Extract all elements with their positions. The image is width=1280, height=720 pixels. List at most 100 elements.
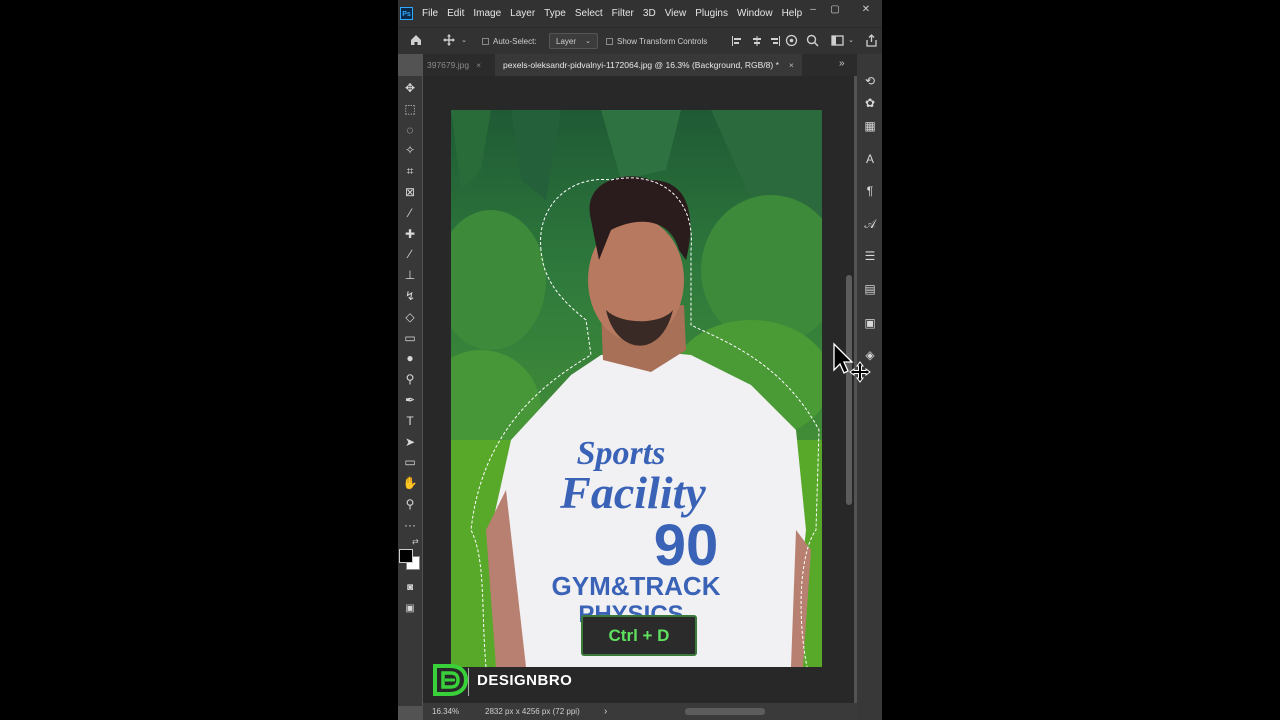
history-brush-tool-icon[interactable]: ↯ <box>402 288 418 304</box>
auto-select-target-dropdown[interactable]: Layer ⌄ <box>549 28 598 54</box>
eraser-tool-icon[interactable]: ◇ <box>402 309 418 325</box>
menu-edit[interactable]: Edit <box>447 8 464 19</box>
menu-layer[interactable]: Layer <box>510 8 535 19</box>
swap-colors-icon[interactable]: ⇄ <box>412 537 419 546</box>
document-info: 2832 px x 4256 px (72 ppi) <box>485 707 580 716</box>
tab-label: pexels-oleksandr-pidvalnyi-1172064.jpg @… <box>503 60 779 70</box>
show-transform-label: Show Transform Controls <box>617 36 708 46</box>
menu-type[interactable]: Type <box>544 8 566 19</box>
character-panel-icon[interactable]: A <box>862 151 878 167</box>
chevron-down-icon[interactable]: ⌄ <box>847 36 855 46</box>
tab-close-icon[interactable]: × <box>789 60 794 70</box>
menu-help[interactable]: Help <box>782 8 803 19</box>
align-center-icon[interactable] <box>751 34 763 48</box>
swatches-panel-icon[interactable]: ▦ <box>862 118 878 134</box>
more-tools-icon[interactable]: ··· <box>402 517 418 533</box>
pen-tool-icon[interactable]: ✒ <box>402 392 418 408</box>
blur-tool-icon[interactable]: ● <box>402 350 418 366</box>
canvas-image[interactable]: Sports Facility 90 GYM&TRACK PHYSICS <box>451 110 822 667</box>
type-tool-icon[interactable]: T <box>402 413 418 429</box>
show-transform-controls-checkbox[interactable]: Show Transform Controls <box>606 28 707 54</box>
healing-brush-tool-icon[interactable]: ✚ <box>402 226 418 242</box>
tab-label: 397679.jpg <box>427 60 470 70</box>
menu-image[interactable]: Image <box>473 8 501 19</box>
restore-icon[interactable]: ▢ <box>828 3 842 17</box>
auto-select-checkbox[interactable]: Auto-Select: <box>482 28 537 54</box>
menu-filter[interactable]: Filter <box>612 8 634 19</box>
screen-mode-icon[interactable]: ▣ <box>402 601 418 617</box>
glyphs-panel-icon[interactable]: 𝒜 <box>862 216 878 232</box>
mouse-cursor-icon <box>833 342 871 383</box>
3d-mode-icon[interactable] <box>784 34 798 48</box>
paragraph-panel-icon[interactable]: ¶ <box>862 183 878 199</box>
quick-mask-icon[interactable]: ◙ <box>402 580 418 596</box>
dodge-tool-icon[interactable]: ⚲ <box>402 371 418 387</box>
lasso-tool-icon[interactable]: ◌ <box>402 122 418 138</box>
menu-file[interactable]: File <box>422 8 438 19</box>
chevron-down-icon: ⌄ <box>585 38 591 45</box>
path-selection-tool-icon[interactable]: ➤ <box>402 434 418 450</box>
photoshop-logo-icon: Ps <box>400 7 413 20</box>
zoom-level[interactable]: 16.34% <box>432 703 459 720</box>
designbro-logo: DESIGNBRO <box>432 663 572 697</box>
panel-dock: ⟲ ✿ ▦ A ¶ 𝒜 ☰ ▤ ▣ ◈ <box>857 54 882 720</box>
zoom-tool-icon[interactable]: ⚲ <box>402 496 418 512</box>
frame-tool-icon[interactable]: ⊠ <box>402 184 418 200</box>
auto-select-check-box[interactable] <box>482 37 489 45</box>
clone-stamp-tool-icon[interactable]: ⊥ <box>402 267 418 283</box>
logo-divider <box>468 668 469 696</box>
hand-tool-icon[interactable]: ✋ <box>402 475 418 491</box>
shirt-number: 90 <box>654 513 719 578</box>
show-transform-check-box[interactable] <box>606 37 613 45</box>
menu-window[interactable]: Window <box>737 8 773 19</box>
keyboard-shortcut-badge: Ctrl + D <box>581 615 697 656</box>
menu-select[interactable]: Select <box>575 8 603 19</box>
crop-tool-icon[interactable]: ⌗ <box>402 163 418 179</box>
document-tab-bar: 397679.jpg × pexels-oleksandr-pidvalnyi-… <box>423 54 857 76</box>
tab-close-icon[interactable]: × <box>476 60 481 70</box>
foreground-color-swatch[interactable] <box>399 549 413 563</box>
tab-document-1[interactable]: 397679.jpg × <box>427 54 481 76</box>
color-swatches[interactable]: ⇄ <box>398 536 422 570</box>
status-menu-arrow-icon[interactable]: › <box>604 703 607 720</box>
rectangle-tool-icon[interactable]: ▭ <box>402 454 418 470</box>
eyedropper-tool-icon[interactable]: ⁄ <box>402 205 418 221</box>
marquee-tool-icon[interactable]: ⬚ <box>402 101 418 117</box>
photo-illustration: Sports Facility 90 GYM&TRACK PHYSICS <box>451 110 822 667</box>
gradient-tool-icon[interactable]: ▭ <box>402 330 418 346</box>
align-right-icon[interactable] <box>769 34 781 48</box>
layer-dropdown[interactable]: Layer ⌄ <box>549 33 598 49</box>
adjustments-panel-icon[interactable]: ☰ <box>862 248 878 264</box>
menu-3d[interactable]: 3D <box>643 8 656 19</box>
menu-plugins[interactable]: Plugins <box>695 8 728 19</box>
close-icon[interactable]: ✕ <box>859 3 873 17</box>
properties-panel-icon[interactable]: ▣ <box>862 315 878 331</box>
home-icon[interactable] <box>408 33 424 49</box>
vertical-scrollbar-thumb[interactable] <box>846 275 852 505</box>
move-tool-icon[interactable]: ✥ <box>402 80 418 96</box>
designbro-logo-icon <box>433 664 468 696</box>
color-panel-icon[interactable]: ✿ <box>862 95 878 111</box>
minimize-icon[interactable]: – <box>806 3 820 17</box>
history-panel-icon[interactable]: ⟲ <box>862 73 878 89</box>
chevron-down-icon[interactable]: ⌄ <box>459 36 469 46</box>
shirt-text-facility: Facility <box>559 467 706 518</box>
menu-items: File Edit Image Layer Type Select Filter… <box>422 0 811 27</box>
magic-wand-tool-icon[interactable]: ✧ <box>402 142 418 158</box>
align-left-icon[interactable] <box>731 34 743 48</box>
move-tool-preset-icon[interactable] <box>441 33 457 49</box>
workspace-icon[interactable] <box>830 34 844 48</box>
tabs-overflow-icon[interactable]: » <box>839 58 851 72</box>
menu-bar: Ps File Edit Image Layer Type Select Fil… <box>398 0 882 27</box>
options-bar: ⌄ Auto-Select: Layer ⌄ Show Transform Co… <box>398 27 882 54</box>
libraries-panel-icon[interactable]: ▤ <box>862 281 878 297</box>
brush-tool-icon[interactable]: ∕ <box>402 246 418 262</box>
menu-view[interactable]: View <box>665 8 687 19</box>
layer-dropdown-value: Layer <box>556 36 577 46</box>
horizontal-scrollbar-thumb[interactable] <box>685 708 765 715</box>
tools-panel: ✥ ⬚ ◌ ✧ ⌗ ⊠ ⁄ ✚ ∕ ⊥ ↯ ◇ ▭ ● ⚲ ✒ T ➤ ▭ ✋ ⚲ ··· ⇄ ◙ ▣ <box>398 76 422 706</box>
search-icon[interactable] <box>805 34 819 48</box>
share-icon[interactable] <box>864 34 878 48</box>
shirt-text-gym-track: GYM&TRACK <box>552 571 721 601</box>
tab-document-2[interactable]: pexels-oleksandr-pidvalnyi-1172064.jpg @… <box>495 54 802 76</box>
